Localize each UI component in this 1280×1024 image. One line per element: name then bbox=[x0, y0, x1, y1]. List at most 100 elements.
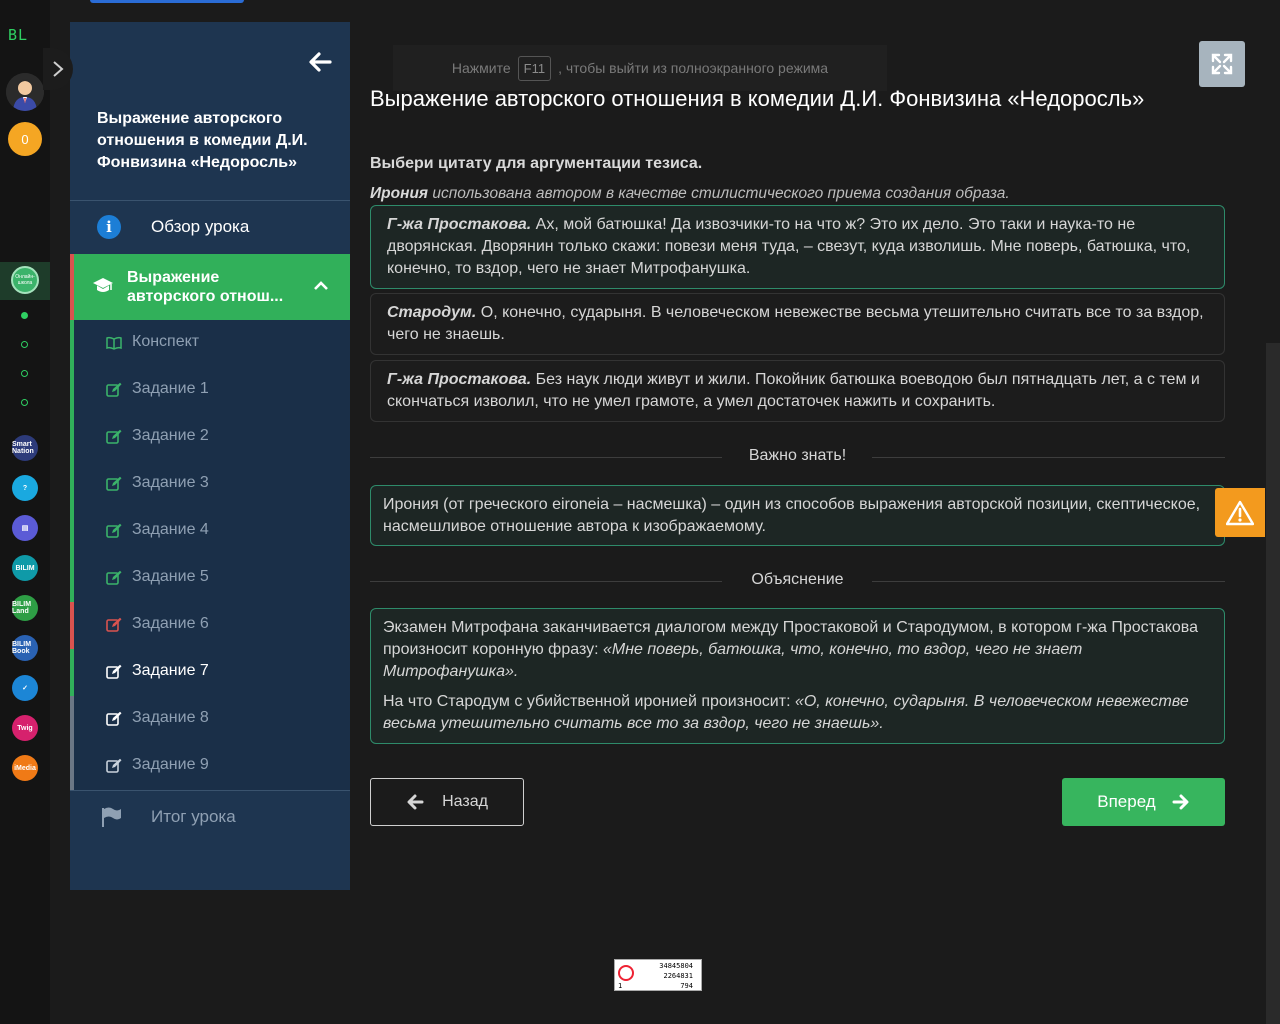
sidebar-item-summary[interactable]: Итог урока bbox=[70, 790, 350, 844]
sidebar-collapse-button[interactable] bbox=[306, 48, 334, 76]
edit-icon bbox=[106, 476, 122, 491]
rail-app-test[interactable]: ✓ bbox=[12, 675, 38, 701]
rail-step-dot[interactable] bbox=[21, 370, 28, 377]
counter-value: 34845804 bbox=[659, 962, 693, 970]
warning-icon bbox=[1226, 500, 1254, 525]
next-button[interactable]: Вперед bbox=[1062, 778, 1225, 826]
answer-option[interactable]: Г-жа Простакова. Без наук люди живут и ж… bbox=[370, 360, 1225, 422]
next-button-label: Вперед bbox=[1097, 792, 1156, 811]
sidebar-step-label: Задание 1 bbox=[132, 380, 209, 397]
option-text: О, конечно, сударыня. В человеческом нев… bbox=[387, 304, 1204, 343]
sidebar-step-label: Задание 2 bbox=[132, 427, 209, 444]
step-status-edge bbox=[70, 696, 74, 743]
sidebar-item-label: Итог урока bbox=[151, 807, 236, 826]
explanation-text: На что Стародум с убийственной иронией п… bbox=[383, 693, 795, 710]
arrow-left-icon bbox=[407, 794, 424, 810]
sidebar-step-label: Задание 8 bbox=[132, 709, 209, 726]
edit-icon bbox=[106, 617, 122, 632]
page-title: Выражение авторского отношения в комедии… bbox=[370, 86, 1145, 111]
sidebar-step-item[interactable]: Задание 7 bbox=[70, 649, 350, 696]
sidebar-step-item[interactable]: Задание 1 bbox=[70, 367, 350, 414]
step-status-edge bbox=[70, 461, 74, 508]
step-status-edge bbox=[70, 602, 74, 649]
counter-logo-icon bbox=[618, 965, 634, 981]
rail-app-smart-nation[interactable]: Smart Nation bbox=[12, 435, 38, 461]
top-strip bbox=[90, 0, 244, 3]
avatar-icon bbox=[6, 73, 44, 111]
option-speaker: Г-жа Простакова. bbox=[387, 216, 532, 233]
sidebar-step-item[interactable]: Задание 9 bbox=[70, 743, 350, 790]
section-heading: Объяснение bbox=[751, 571, 844, 588]
answer-option[interactable]: Г-жа Простакова. Ах, мой батюшка! Да изв… bbox=[370, 205, 1225, 289]
counter-value: 1 bbox=[618, 982, 623, 990]
bl-logo[interactable]: BL bbox=[8, 26, 28, 44]
rail-app-bilim-land[interactable]: BILIM Land bbox=[12, 595, 38, 621]
rail-app-bilim-book[interactable]: BILIM Book bbox=[12, 635, 38, 661]
sidebar-step-item[interactable]: Задание 8 bbox=[70, 696, 350, 743]
sidebar-item-current-lesson[interactable]: Выражение авторского отнош... bbox=[70, 254, 350, 320]
option-speaker: Стародум. bbox=[387, 304, 477, 321]
important-text: Ирония (от греческого eironeia – насмешк… bbox=[383, 496, 1201, 535]
sidebar-item-label: Обзор урока bbox=[151, 217, 250, 236]
step-status-edge bbox=[70, 555, 74, 602]
report-issue-button[interactable] bbox=[1215, 488, 1265, 537]
sidebar-step-label: Задание 9 bbox=[132, 756, 209, 773]
edit-icon bbox=[106, 523, 122, 538]
rail-step-dot[interactable] bbox=[21, 399, 28, 406]
back-button[interactable]: Назад bbox=[370, 778, 524, 826]
sidebar-item-label: Выражение авторского отнош... bbox=[127, 269, 284, 305]
lesson-sidebar: Выражение авторского отношения в комедии… bbox=[70, 22, 350, 890]
online-school-app[interactable]: Онлайн-школа bbox=[11, 266, 39, 294]
fullscreen-hint: Нажмите F11 , чтобы выйти из полноэкранн… bbox=[393, 45, 887, 91]
hint-text: Нажмите bbox=[451, 60, 511, 76]
sidebar-item-overview[interactable]: i Обзор урока bbox=[70, 200, 350, 254]
fullscreen-toggle-button[interactable] bbox=[1199, 41, 1245, 87]
page-scrollbar[interactable] bbox=[1266, 343, 1280, 1024]
edit-icon bbox=[106, 664, 122, 679]
sidebar-step-item[interactable]: Задание 5 bbox=[70, 555, 350, 602]
book-icon bbox=[106, 336, 122, 350]
edit-icon bbox=[106, 758, 122, 773]
sidebar-step-item[interactable]: Задание 3 bbox=[70, 461, 350, 508]
lesson-title: Выражение авторского отношения в комедии… bbox=[97, 110, 308, 171]
info-icon: i bbox=[97, 215, 121, 239]
arrow-left-icon bbox=[309, 52, 332, 72]
step-status-edge bbox=[70, 649, 74, 696]
rail-app-media[interactable]: iMedia bbox=[12, 755, 38, 781]
rail-app-bilim-online[interactable]: BILIM bbox=[12, 555, 38, 581]
section-divider-important: Важно знать! bbox=[370, 447, 1225, 467]
avatar[interactable] bbox=[6, 73, 44, 111]
task-question: Выбери цитату для аргументации тезиса. bbox=[370, 155, 703, 172]
sidebar-step-item[interactable]: Конспект bbox=[70, 320, 350, 367]
counter-value: 2264831 bbox=[663, 972, 693, 980]
edit-icon bbox=[106, 570, 122, 585]
option-speaker: Г-жа Простакова. bbox=[387, 371, 532, 388]
rail-app-help[interactable]: ? bbox=[12, 475, 38, 501]
expand-icon bbox=[1211, 53, 1233, 75]
sidebar-step-item[interactable]: Задание 6 bbox=[70, 602, 350, 649]
hint-text: , чтобы выйти из полноэкранного режима bbox=[558, 60, 829, 76]
app-rail: BL 0 Онлайн-школа Smart Nation? ▤ BILIM BIL… bbox=[0, 0, 50, 1024]
sidebar-step-item[interactable]: Задание 4 bbox=[70, 508, 350, 555]
answer-option[interactable]: Стародум. О, конечно, сударыня. В челове… bbox=[370, 293, 1225, 355]
rail-expand-button[interactable] bbox=[43, 48, 73, 90]
task-thesis: Ирония использована автором в качестве с… bbox=[370, 185, 1010, 203]
graduation-cap-icon bbox=[93, 278, 113, 292]
arrow-right-icon bbox=[1172, 794, 1189, 810]
rail-app-board[interactable]: ▤ bbox=[12, 515, 38, 541]
rail-step-dot[interactable] bbox=[21, 341, 28, 348]
rail-step-dot[interactable] bbox=[21, 312, 28, 319]
sidebar-step-label: Задание 3 bbox=[132, 474, 209, 491]
counter-value: 794 bbox=[680, 982, 693, 990]
sidebar-step-label: Задание 6 bbox=[132, 615, 209, 632]
chevron-up-icon bbox=[314, 281, 328, 290]
step-status-edge bbox=[70, 367, 74, 414]
visit-counter-widget[interactable]: 34845804 2264831 794 1 bbox=[614, 959, 702, 991]
coins-badge[interactable]: 0 bbox=[8, 122, 42, 156]
rail-app-twig[interactable]: Twig bbox=[12, 715, 38, 741]
sidebar-step-item[interactable]: Задание 2 bbox=[70, 414, 350, 461]
back-button-label: Назад bbox=[442, 793, 488, 810]
important-info-box: Ирония (от греческого eironeia – насмешк… bbox=[370, 485, 1225, 546]
edit-icon bbox=[106, 382, 122, 397]
key-badge: F11 bbox=[517, 55, 552, 81]
